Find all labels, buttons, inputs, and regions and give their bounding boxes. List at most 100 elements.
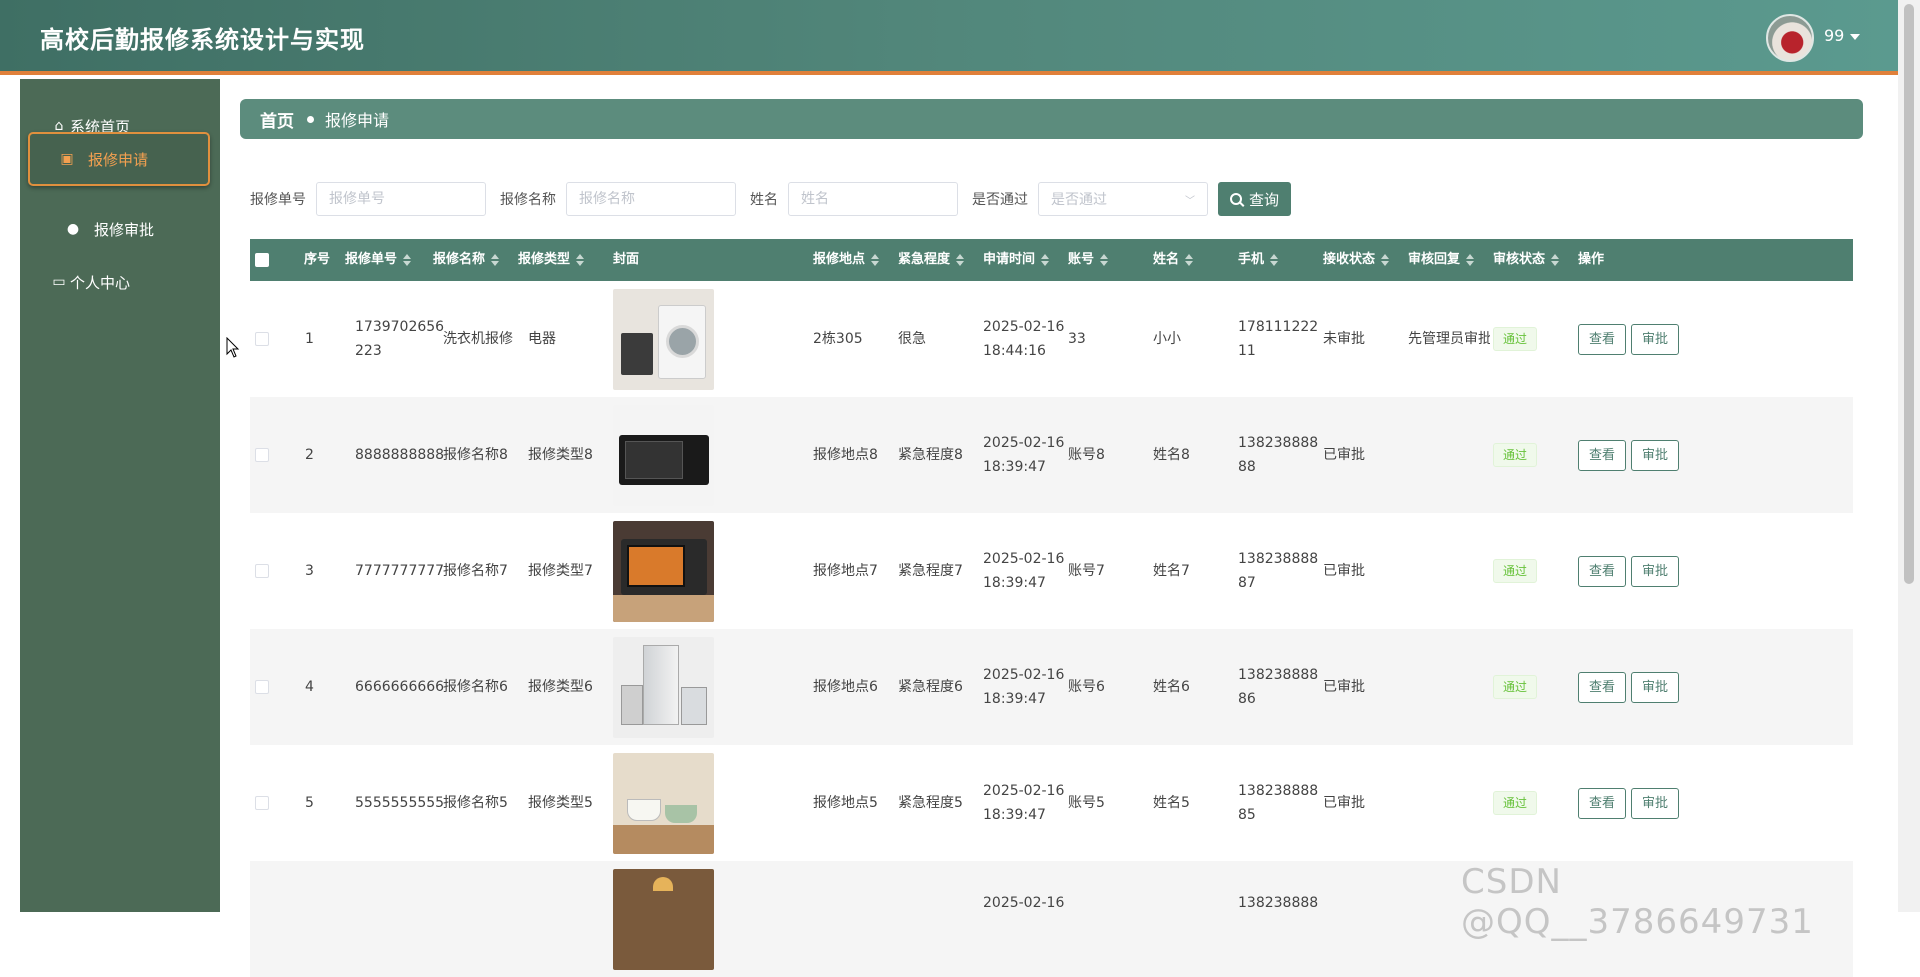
page-scrollbar[interactable] <box>1898 0 1920 912</box>
person-name-input[interactable] <box>788 182 958 216</box>
cell-type: 报修类型6 <box>528 679 593 695</box>
sidebar-item-profile[interactable]: ▭ 个人中心 <box>28 255 210 309</box>
select-placeholder: 是否通过 <box>1051 192 1107 208</box>
cell-recv: 已审批 <box>1323 563 1365 579</box>
row-checkbox[interactable] <box>255 332 269 346</box>
col-header-actions: 操作 <box>1578 252 1605 267</box>
order-number-input[interactable] <box>316 182 486 216</box>
breadcrumb-separator <box>307 115 314 123</box>
caret-down-icon <box>1850 33 1861 40</box>
approve-button[interactable]: 审批 <box>1631 323 1680 355</box>
sort-icon[interactable] <box>1551 254 1560 266</box>
cell-person: 姓名5 <box>1153 795 1190 811</box>
col-header-phone[interactable]: 手机 <box>1238 239 1279 281</box>
query-button-label: 查询 <box>1249 190 1280 209</box>
cell-account: 账号5 <box>1068 795 1105 811</box>
search-icon <box>1230 193 1242 205</box>
cell-name: 报修名称6 <box>443 679 508 695</box>
cell-urgency: 紧急程度6 <box>898 679 963 695</box>
cell-order: 8888888888 <box>355 447 445 463</box>
row-checkbox[interactable] <box>255 448 269 462</box>
col-header-reply[interactable]: 审核回复 <box>1408 239 1475 281</box>
sort-icon[interactable] <box>956 254 965 266</box>
sort-icon[interactable] <box>576 254 585 266</box>
cell-urgency: 紧急程度5 <box>898 795 963 811</box>
sidebar: ⌂ 系统首页 ▣ 报修申请 ● 报修审批 ▭ 个人中心 <box>20 79 220 912</box>
view-button[interactable]: 查看 <box>1578 787 1627 819</box>
approve-button[interactable]: 审批 <box>1631 439 1680 471</box>
cell-time: 2025-02-16 18:39:47 <box>983 435 1065 475</box>
watermark: CSDN @QQ__3786649731 <box>1461 862 1814 942</box>
col-header-time[interactable]: 申请时间 <box>983 239 1050 281</box>
top-header: 高校后勤报修系统设计与实现 99 <box>0 0 1898 75</box>
col-header-urgency[interactable]: 紧急程度 <box>898 239 965 281</box>
col-header-person[interactable]: 姓名 <box>1153 239 1194 281</box>
sort-icon[interactable] <box>1270 254 1279 266</box>
sort-icon[interactable] <box>491 254 500 266</box>
cell-urgency: 紧急程度8 <box>898 447 963 463</box>
col-header-place[interactable]: 报修地点 <box>813 239 880 281</box>
cell-recv: 已审批 <box>1323 447 1365 463</box>
approve-button[interactable]: 审批 <box>1631 555 1680 587</box>
sidebar-item-repair-apply[interactable]: ▣ 报修申请 <box>28 132 210 186</box>
cell-type: 报修类型5 <box>528 795 593 811</box>
scrollbar-thumb[interactable] <box>1904 4 1914 584</box>
view-button[interactable]: 查看 <box>1578 323 1627 355</box>
col-header-type[interactable]: 报修类型 <box>518 239 585 281</box>
cover-image-kitchen-appliance <box>613 752 714 854</box>
cell-time: 2025-02-16 18:39:47 <box>983 783 1065 823</box>
row-checkbox[interactable] <box>255 796 269 810</box>
col-header-status[interactable]: 审核状态 <box>1493 239 1560 281</box>
view-button[interactable]: 查看 <box>1578 439 1627 471</box>
cover-image-refrigerator <box>613 636 714 738</box>
cell-no: 3 <box>305 563 314 579</box>
table-row: 1 1739702656 223 洗衣机报修 电器 2栋305 很急 2025-0… <box>250 281 1853 397</box>
cell-order: 5555555555 <box>355 795 445 811</box>
user-avatar[interactable] <box>1766 14 1814 62</box>
app-title: 高校后勤报修系统设计与实现 <box>40 26 365 54</box>
sort-icon[interactable] <box>1185 254 1194 266</box>
chevron-down-icon: ﹀ <box>1185 195 1195 207</box>
cell-order: 6666666666 <box>355 679 445 695</box>
sort-icon[interactable] <box>1381 254 1390 266</box>
status-badge: 通过 <box>1493 327 1538 351</box>
col-header-recv[interactable]: 接收状态 <box>1323 239 1390 281</box>
view-button[interactable]: 查看 <box>1578 555 1627 587</box>
approve-button[interactable]: 审批 <box>1631 787 1680 819</box>
sort-icon[interactable] <box>1100 254 1109 266</box>
cell-name: 报修名称8 <box>443 447 508 463</box>
cell-phone: 178111222 11 <box>1238 319 1319 359</box>
cell-time: 2025-02-16 <box>983 895 1065 911</box>
col-header-account[interactable]: 账号 <box>1068 239 1109 281</box>
cell-name: 报修名称5 <box>443 795 508 811</box>
breadcrumb-home[interactable]: 首页 <box>260 107 294 132</box>
sort-icon[interactable] <box>871 254 880 266</box>
repair-name-input[interactable] <box>566 182 736 216</box>
view-button[interactable]: 查看 <box>1578 671 1627 703</box>
col-header-order[interactable]: 报修单号 <box>345 239 412 281</box>
row-checkbox[interactable] <box>255 564 269 578</box>
col-header-name[interactable]: 报修名称 <box>433 239 500 281</box>
cell-order: 7777777777 <box>355 563 445 579</box>
cell-phone: 138238888 87 <box>1238 551 1319 591</box>
approve-button[interactable]: 审批 <box>1631 671 1680 703</box>
sort-icon[interactable] <box>1466 254 1475 266</box>
cell-urgency: 紧急程度7 <box>898 563 963 579</box>
cell-place: 2栋305 <box>813 331 863 347</box>
user-menu[interactable]: 99 <box>1824 26 1861 45</box>
main-content: 报修单号 报修名称 姓名 是否通过 是否通过 ﹀ 查询 序号 报修单号 报修名称 … <box>240 160 1863 977</box>
cell-phone: 138238888 86 <box>1238 667 1319 707</box>
sidebar-item-repair-approve[interactable]: ● 报修审批 <box>28 202 210 256</box>
sort-icon[interactable] <box>1041 254 1050 266</box>
table-row: 5 5555555555 报修名称5 报修类型5 报修地点5 紧急程度5 202… <box>250 745 1853 861</box>
cell-type: 报修类型7 <box>528 563 593 579</box>
user-icon: ● <box>66 221 80 237</box>
approved-select[interactable]: 是否通过 ﹀ <box>1038 182 1208 216</box>
query-button[interactable]: 查询 <box>1218 182 1292 216</box>
row-checkbox[interactable] <box>255 680 269 694</box>
select-all-checkbox[interactable] <box>255 253 269 267</box>
sort-icon[interactable] <box>403 254 412 266</box>
cell-no: 1 <box>305 331 314 347</box>
col-header-cover: 封面 <box>613 252 640 267</box>
cell-no: 4 <box>305 679 314 695</box>
